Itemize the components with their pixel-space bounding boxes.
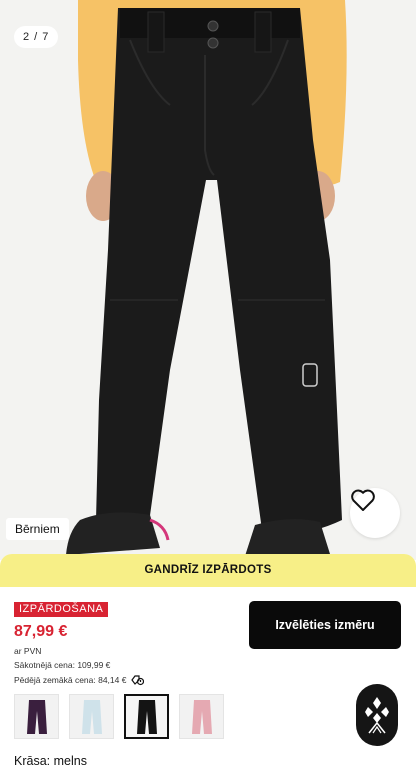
lowest-price: Pēdējā zemākā cena: 84,14 € [14,675,127,685]
current-price: 87,99 € [14,623,68,640]
swatch-pink[interactable] [179,694,224,739]
swatch-black-selected[interactable] [124,694,169,739]
pants-thumbnail-icon [136,699,157,734]
brand-logo-icon [365,697,389,734]
pants-thumbnail-icon [26,699,47,734]
almost-sold-out-banner: GANDRĪZ IZPĀRDOTS [0,554,416,587]
category-tag[interactable]: Bērniem [6,518,69,540]
pants-thumbnail-icon [191,699,212,734]
swatch-dark-purple[interactable] [14,694,59,739]
brand-chat-badge[interactable] [356,684,398,746]
vat-note: ar PVN [14,646,42,656]
lowest-price-row: Pēdējā zemākā cena: 84,14 € [14,674,145,686]
original-price: Sākotnējā cena: 109,99 € [14,660,111,670]
sale-badge: IZPĀRDOŠANA [14,602,109,617]
product-info-sheet: GANDRĪZ IZPĀRDOTS IZPĀRDOŠANA 87,99 € ar… [0,554,416,768]
product-photo [0,0,416,560]
gallery-page-indicator: 2 / 7 [14,26,59,48]
heart-outline-icon [351,489,375,511]
product-image-gallery[interactable]: 2 / 7 Bērniem [0,0,416,560]
choose-size-button[interactable]: Izvēlēties izmēru [249,601,401,649]
favorite-button[interactable] [350,488,400,538]
selected-color-label: Krāsa: melns [14,754,87,768]
price-history-icon[interactable] [130,674,145,686]
swatch-light-blue[interactable] [69,694,114,739]
pants-thumbnail-icon [81,699,102,734]
color-swatches [14,694,224,739]
